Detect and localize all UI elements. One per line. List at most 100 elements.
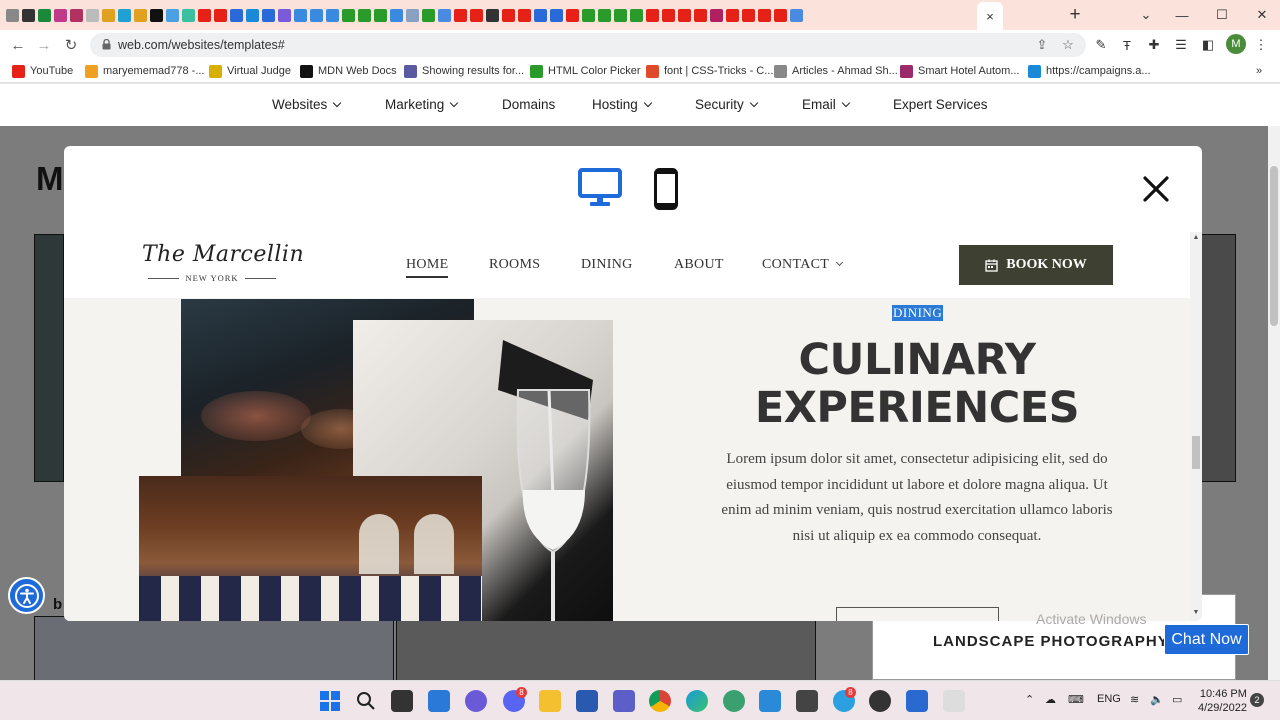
tab-favicon-icon[interactable] (310, 8, 323, 22)
widgets-icon[interactable] (428, 690, 450, 712)
color-picker-icon[interactable] (943, 690, 965, 712)
chrome-icon[interactable] (649, 690, 671, 712)
system-clock[interactable]: 10:46 PM 4/29/2022 (1198, 687, 1247, 715)
preview-nav-dining[interactable]: DINING (581, 257, 633, 273)
language-indicator[interactable]: ENG (1097, 693, 1121, 705)
tab-favicon-icon[interactable] (502, 8, 515, 22)
text-extension-icon[interactable]: Ŧ (1116, 34, 1138, 56)
tab-favicon-icon[interactable] (326, 8, 339, 22)
tab-favicon-icon[interactable] (646, 8, 659, 22)
forward-arrow-icon[interactable]: → (33, 34, 55, 56)
chatgpt-icon[interactable] (723, 690, 745, 712)
tab-favicon-icon[interactable] (54, 8, 67, 22)
tab-favicon-icon[interactable] (198, 8, 211, 22)
bookmark-item[interactable]: https://campaigns.a... (1028, 63, 1151, 79)
chat-now-button[interactable]: Chat Now (1164, 624, 1249, 655)
tab-favicon-icon[interactable] (486, 8, 499, 22)
preview-scrollbar[interactable]: ▲ ▼ (1190, 232, 1202, 621)
tab-favicon-icon[interactable] (742, 8, 755, 22)
scroll-down-arrow-icon[interactable]: ▼ (1192, 609, 1200, 616)
tab-favicon-icon[interactable] (566, 8, 579, 22)
tab-favicon-icon[interactable] (342, 8, 355, 22)
tab-favicon-icon[interactable] (294, 8, 307, 22)
notification-badge[interactable]: 2 (1250, 693, 1264, 707)
new-tab-button[interactable]: + (1064, 4, 1086, 26)
tab-favicon-icon[interactable] (518, 8, 531, 22)
site-nav-item-websites[interactable]: Websites (272, 97, 342, 112)
tab-favicon-icon[interactable] (406, 8, 419, 22)
photos-icon[interactable] (906, 690, 928, 712)
tab-favicon-icon[interactable] (422, 8, 435, 22)
mobile-view-icon[interactable] (654, 168, 678, 210)
minimize-button[interactable]: — (1164, 0, 1200, 30)
word-icon[interactable] (576, 690, 598, 712)
book-now-button[interactable]: BOOK NOW (959, 245, 1113, 285)
active-tab-close-icon[interactable]: × (977, 2, 1003, 30)
bookmark-item[interactable]: font | CSS-Tricks - C... (646, 63, 773, 79)
teams-icon[interactable] (613, 690, 635, 712)
preview-nav-home[interactable]: HOME (406, 257, 448, 273)
section-cta-button[interactable] (836, 607, 999, 621)
tab-favicon-icon[interactable] (470, 8, 483, 22)
scroll-up-arrow-icon[interactable]: ▲ (1192, 234, 1200, 241)
bookmarks-overflow-icon[interactable]: » (1256, 63, 1262, 79)
preview-scrollbar-thumb[interactable] (1192, 436, 1200, 469)
close-modal-icon[interactable] (1141, 174, 1171, 204)
tab-favicon-icon[interactable] (358, 8, 371, 22)
preview-nav-about[interactable]: ABOUT (674, 257, 724, 273)
tab-favicon-icon[interactable] (166, 8, 179, 22)
tab-favicon-icon[interactable] (118, 8, 131, 22)
tab-favicon-icon[interactable] (38, 8, 51, 22)
close-window-button[interactable]: ✕ (1244, 0, 1280, 30)
reload-icon[interactable]: ↻ (60, 34, 82, 56)
tab-search-chevron-icon[interactable]: ⌄ (1128, 0, 1164, 30)
site-nav-item-domains[interactable]: Domains (502, 97, 555, 112)
tab-favicon-icon[interactable] (374, 8, 387, 22)
bookmark-item[interactable]: Articles - Ahmad Sh... (774, 63, 898, 79)
github-icon[interactable] (869, 690, 891, 712)
tray-chevron-up-icon[interactable]: ⌃ (1025, 693, 1034, 706)
file-explorer-icon[interactable] (539, 690, 561, 712)
eyedropper-extension-icon[interactable]: ✎ (1090, 34, 1112, 56)
tab-favicon-icon[interactable] (726, 8, 739, 22)
site-nav-item-hosting[interactable]: Hosting (592, 97, 653, 112)
tab-favicon-icon[interactable] (182, 8, 195, 22)
desktop-view-icon[interactable] (578, 168, 622, 208)
windows-start-icon[interactable] (319, 690, 341, 712)
omnibox[interactable]: web.com/websites/templates# ⇪ ☆ (90, 33, 1086, 57)
teams-chat-icon[interactable] (465, 690, 487, 712)
tab-favicon-icon[interactable] (134, 8, 147, 22)
bookmark-item[interactable]: Showing results for... (404, 63, 524, 79)
tab-favicon-icon[interactable] (262, 8, 275, 22)
accessibility-button[interactable] (8, 577, 45, 614)
tab-favicon-icon[interactable] (454, 8, 467, 22)
task-view-icon[interactable] (391, 690, 413, 712)
bookmark-item[interactable]: Virtual Judge (209, 63, 291, 79)
chrome-menu-icon[interactable]: ⋮ (1250, 34, 1272, 56)
tab-favicon-icon[interactable] (22, 8, 35, 22)
tab-favicon-icon[interactable] (550, 8, 563, 22)
tab-favicon-icon[interactable] (534, 8, 547, 22)
bookmark-item[interactable]: Smart Hotel Autom... (900, 63, 1019, 79)
tab-favicon-icon[interactable] (790, 8, 803, 22)
page-scrollbar-thumb[interactable] (1270, 166, 1278, 326)
notepad-icon[interactable] (759, 690, 781, 712)
battery-icon[interactable]: ▭ (1172, 693, 1182, 706)
side-panel-icon[interactable]: ◧ (1197, 34, 1219, 56)
tab-favicon-icon[interactable] (6, 8, 19, 22)
bookmark-item[interactable]: HTML Color Picker (530, 63, 641, 79)
site-nav-item-marketing[interactable]: Marketing (385, 97, 459, 112)
tab-favicon-icon[interactable] (390, 8, 403, 22)
tab-favicon-icon[interactable] (630, 8, 643, 22)
bookmark-item[interactable]: YouTube (12, 63, 73, 79)
tab-favicon-icon[interactable] (710, 8, 723, 22)
tab-favicon-icon[interactable] (246, 8, 259, 22)
search-icon[interactable] (355, 690, 377, 712)
share-icon[interactable]: ⇪ (1034, 37, 1050, 53)
tab-favicon-icon[interactable] (230, 8, 243, 22)
tab-favicon-icon[interactable] (214, 8, 227, 22)
tab-favicon-icon[interactable] (278, 8, 291, 22)
site-nav-item-security[interactable]: Security (695, 97, 759, 112)
page-scrollbar[interactable] (1268, 126, 1280, 680)
tab-favicon-icon[interactable] (150, 8, 163, 22)
